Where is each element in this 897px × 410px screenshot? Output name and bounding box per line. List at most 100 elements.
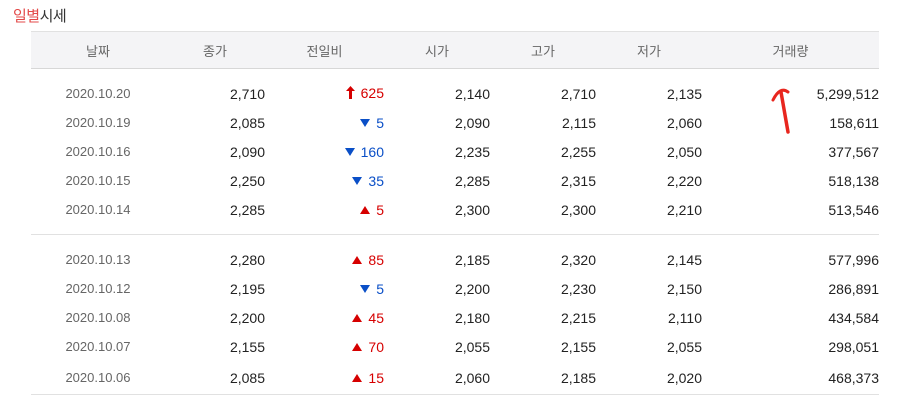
triangle-down-icon	[352, 177, 363, 185]
upper-limit-arrow-icon	[345, 86, 355, 100]
cell-volume: 513,546	[828, 201, 879, 218]
cell-date: 2020.10.13	[65, 252, 131, 267]
cell-change: 35	[265, 166, 384, 195]
cell-volume: 518,138	[828, 172, 879, 189]
triangle-up-icon	[352, 374, 363, 382]
cell-date: 2020.10.15	[65, 173, 131, 188]
cell-change: 160	[265, 137, 384, 166]
cell-change: 5	[265, 108, 384, 137]
cell-open: 2,235	[454, 143, 490, 160]
cell-open: 2,285	[454, 172, 490, 189]
cell-close: 2,710	[229, 85, 265, 102]
header-high: 고가	[490, 31, 596, 69]
row-spacer	[31, 69, 879, 78]
cell-close: 2,195	[229, 280, 265, 297]
cell-close: 2,285	[229, 201, 265, 218]
triangle-down-icon	[360, 119, 371, 127]
cell-date: 2020.10.07	[65, 339, 131, 354]
cell-high: 2,315	[560, 172, 596, 189]
cell-volume: 298,051	[828, 338, 879, 355]
cell-volume: 5,299,512	[816, 85, 879, 102]
cell-date: 2020.10.12	[65, 281, 131, 296]
header-volume: 거래량	[702, 31, 879, 69]
cell-close: 2,280	[229, 251, 265, 268]
table-row: 2020.10.16 2,090 160 2,235 2,255 2,050 377,567	[31, 137, 879, 166]
table-row: 2020.10.07 2,155 70 2,055 2,155 2,055 298,051	[31, 332, 879, 361]
cell-date: 2020.10.20	[65, 86, 131, 101]
cell-volume: 468,373	[702, 361, 879, 395]
cell-high: 2,115	[562, 114, 596, 131]
cell-change: 625	[265, 77, 384, 108]
cell-high: 2,255	[560, 143, 596, 160]
cell-change: 45	[265, 303, 384, 332]
cell-close: 2,250	[229, 172, 265, 189]
change-down: 160	[344, 144, 384, 160]
cell-volume: 434,584	[828, 309, 879, 326]
cell-change: 70	[265, 332, 384, 361]
cell-close: 2,200	[229, 309, 265, 326]
cell-low: 2,210	[666, 201, 702, 218]
triangle-up-icon	[360, 206, 371, 214]
change-down: 35	[352, 173, 384, 189]
cell-change: 85	[265, 243, 384, 274]
cell-open: 2,185	[454, 251, 490, 268]
cell-open: 2,060	[384, 361, 490, 395]
cell-low: 2,220	[666, 172, 702, 189]
table-row: 2020.10.06 2,085 15 2,060 2,185 2,020 468,373	[31, 361, 879, 395]
table-row: 2020.10.15 2,250 35 2,285 2,315 2,220 518,138	[31, 166, 879, 195]
cell-high: 2,155	[560, 338, 596, 355]
cell-open: 2,200	[454, 280, 490, 297]
change-value: 625	[360, 84, 384, 101]
change-up: 5	[360, 202, 384, 218]
triangle-down-icon	[360, 285, 371, 293]
cell-date: 2020.10.08	[65, 310, 131, 325]
table-row: 2020.10.20 2,710 625 2,140 2,710 2,135 5,299,5…	[31, 77, 879, 108]
change-value: 160	[360, 144, 384, 160]
table-header-row: 날짜 종가 전일비 시가 고가 저가 거래량	[31, 31, 879, 69]
cell-low: 2,060	[666, 114, 702, 131]
cell-change: 15	[265, 361, 384, 395]
cell-close: 2,085	[229, 114, 265, 131]
section-title: 일별시세	[13, 5, 67, 26]
group-divider	[31, 224, 879, 235]
cell-open: 2,300	[454, 201, 490, 218]
change-up: 45	[352, 310, 384, 326]
header-change: 전일비	[265, 31, 384, 69]
cell-change: 5	[265, 274, 384, 303]
cell-change: 5	[265, 195, 384, 224]
change-upper-limit: 625	[345, 84, 384, 101]
change-down: 5	[360, 115, 384, 131]
header-low: 저가	[596, 31, 702, 69]
cell-volume: 577,996	[828, 251, 879, 268]
table-row: 2020.10.14 2,285 5 2,300 2,300 2,210 513,546	[31, 195, 879, 224]
triangle-down-icon	[344, 148, 355, 156]
change-value: 70	[368, 339, 384, 355]
cell-open: 2,090	[454, 114, 490, 131]
cell-close: 2,090	[229, 143, 265, 160]
change-up: 15	[352, 370, 384, 386]
cell-low: 2,145	[666, 251, 702, 268]
change-value: 5	[376, 281, 384, 297]
cell-high: 2,710	[560, 85, 596, 102]
change-up: 85	[352, 252, 384, 268]
cell-open: 2,180	[454, 309, 490, 326]
cell-low: 2,050	[666, 143, 702, 160]
header-open: 시가	[384, 31, 490, 69]
table-row: 2020.10.13 2,280 85 2,185 2,320 2,145 577,996	[31, 243, 879, 274]
change-down: 5	[360, 281, 384, 297]
change-value: 85	[368, 252, 384, 268]
cell-low: 2,055	[666, 338, 702, 355]
cell-high: 2,320	[560, 251, 596, 268]
header-date: 날짜	[31, 31, 165, 69]
cell-high: 2,300	[560, 201, 596, 218]
cell-volume: 158,611	[829, 114, 879, 131]
row-spacer	[31, 235, 879, 244]
cell-low: 2,150	[666, 280, 702, 297]
cell-close: 2,155	[229, 338, 265, 355]
triangle-up-icon	[352, 343, 363, 351]
cell-open: 2,140	[454, 85, 490, 102]
cell-close: 2,085	[165, 361, 265, 395]
table-row: 2020.10.19 2,085 5 2,090 2,115 2,060 158,611	[31, 108, 879, 137]
triangle-up-icon	[352, 314, 363, 322]
cell-high: 2,185	[490, 361, 596, 395]
